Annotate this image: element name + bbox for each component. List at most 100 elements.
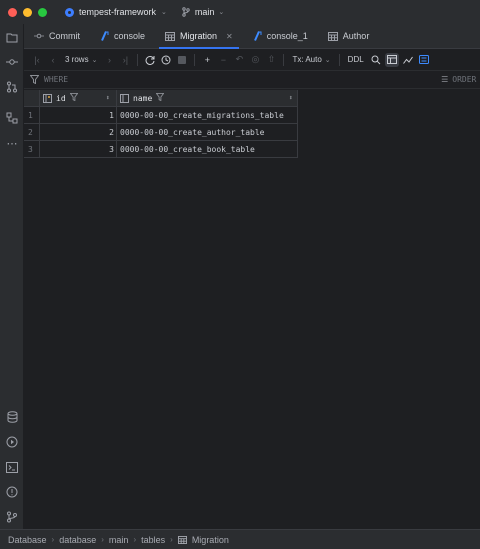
breadcrumb-item[interactable]: Database — [8, 535, 47, 545]
commit-icon — [34, 33, 44, 39]
row-number[interactable]: 2 — [24, 124, 40, 141]
chevron-right-icon: › — [101, 535, 104, 544]
revert-icon[interactable]: ↶ — [232, 53, 246, 67]
toolbar-divider — [338, 53, 340, 66]
delete-row-icon[interactable]: − — [216, 53, 230, 67]
column-name: name — [133, 93, 153, 103]
page-size-selector[interactable]: 3 rows ⌄ — [62, 55, 100, 64]
close-icon[interactable]: ✕ — [226, 32, 233, 41]
table-row[interactable]: 2 2 0000-00-00_create_author_table — [24, 124, 298, 141]
tab-commit[interactable]: Commit — [24, 24, 90, 48]
project-logo-icon — [65, 7, 74, 17]
column-header-name[interactable]: name ⬍ — [117, 90, 298, 107]
order-by-input[interactable]: ☰ ORDER B — [441, 75, 480, 84]
tab-label: console — [114, 31, 146, 41]
table-icon — [177, 535, 187, 544]
reload-icon[interactable] — [143, 53, 157, 67]
next-page-icon[interactable]: › — [102, 53, 116, 67]
previous-page-icon[interactable]: ‹ — [46, 53, 60, 67]
toolbar-divider — [283, 53, 285, 66]
rows-count: 3 rows — [65, 55, 89, 64]
submit-icon[interactable]: ⇧ — [264, 53, 278, 67]
close-window-button[interactable] — [8, 7, 17, 17]
breadcrumb-item[interactable]: tables — [141, 535, 165, 545]
preview-changes-icon[interactable]: ◎ — [248, 53, 262, 67]
add-row-icon[interactable]: + — [200, 53, 214, 67]
console-icon — [101, 31, 109, 41]
tab-console[interactable]: console — [90, 24, 155, 48]
database-icon[interactable] — [5, 410, 19, 424]
table-row[interactable]: 3 3 0000-00-00_create_book_table — [24, 141, 298, 158]
filter-icon — [30, 75, 39, 84]
ddl-button[interactable]: DDL — [345, 55, 367, 64]
tab-label: Commit — [49, 31, 80, 41]
filter-icon[interactable] — [155, 93, 165, 103]
filter-bar: WHERE ☰ ORDER B — [24, 71, 480, 89]
chevron-right-icon: › — [170, 535, 173, 544]
chart-icon[interactable] — [401, 53, 415, 67]
console-icon — [253, 31, 262, 41]
stop-icon[interactable] — [175, 53, 189, 67]
window-controls — [8, 7, 47, 17]
cell-id[interactable]: 2 — [40, 124, 117, 141]
tab-author[interactable]: Author — [318, 24, 380, 48]
git-icon[interactable] — [5, 510, 19, 524]
column-icon — [120, 93, 129, 103]
title-bar: tempest-framework ⌄ main ⌄ — [0, 0, 480, 24]
minimize-window-button[interactable] — [23, 7, 32, 17]
sort-icon[interactable]: ⬍ — [289, 94, 293, 102]
table-icon — [165, 31, 176, 41]
cell-name[interactable]: 0000-00-00_create_author_table — [117, 124, 298, 141]
tab-migration[interactable]: Migration ✕ — [155, 24, 243, 49]
chevron-right-icon: › — [133, 535, 137, 544]
toolbar-divider — [194, 53, 196, 66]
cell-name[interactable]: 0000-00-00_create_migrations_table — [117, 107, 298, 124]
view-settings-icon[interactable] — [417, 53, 431, 67]
row-number[interactable]: 1 — [24, 107, 40, 124]
where-filter-input[interactable]: WHERE — [30, 75, 68, 84]
last-page-icon[interactable]: ›| — [118, 53, 132, 67]
branch-selector[interactable]: main ⌄ — [181, 7, 224, 17]
structure-icon[interactable] — [5, 111, 19, 125]
breadcrumb-item[interactable]: main — [109, 535, 129, 545]
table-view-icon[interactable] — [384, 52, 399, 67]
breadcrumb-item[interactable]: database — [59, 535, 96, 545]
transaction-mode-label: Tx: Auto — [292, 55, 322, 64]
primary-key-column-icon — [43, 93, 52, 103]
cell-id[interactable]: 1 — [40, 107, 117, 124]
cell-name[interactable]: 0000-00-00_create_book_table — [117, 141, 298, 158]
row-number[interactable]: 3 — [24, 141, 40, 158]
grid-header-row: id ⬍ name ⬍ — [24, 90, 298, 107]
folder-icon[interactable] — [5, 30, 19, 44]
tab-label: console_1 — [266, 31, 308, 41]
first-page-icon[interactable]: |‹ — [30, 53, 44, 67]
search-icon[interactable] — [369, 53, 383, 67]
breadcrumb-item[interactable]: Migration — [192, 535, 229, 545]
pull-request-icon[interactable] — [5, 80, 19, 94]
grid-toolbar: |‹ ‹ 3 rows ⌄ › ›| + − ↶ ◎ ⇧ Tx: Auto ⌄ … — [24, 49, 480, 71]
table-row[interactable]: 1 1 0000-00-00_create_migrations_table — [24, 107, 298, 124]
services-icon[interactable] — [5, 435, 19, 449]
problems-icon[interactable] — [5, 485, 19, 499]
order-by-label: ORDER B — [452, 75, 480, 84]
tab-console-1[interactable]: console_1 — [243, 24, 318, 48]
column-header-id[interactable]: id ⬍ — [40, 90, 117, 107]
ddl-label: DDL — [347, 55, 364, 64]
chevron-down-icon: ⌄ — [91, 56, 98, 64]
chevron-down-icon: ⌄ — [324, 56, 331, 64]
project-name: tempest-framework — [79, 7, 157, 17]
chevron-down-icon: ⌄ — [161, 9, 167, 16]
terminal-icon[interactable] — [5, 460, 19, 474]
table-icon — [327, 31, 338, 41]
zoom-window-button[interactable] — [38, 7, 47, 17]
editor-tabs: Commit console Migration ✕ console_1 Aut… — [24, 24, 480, 49]
commit-icon[interactable] — [5, 55, 19, 69]
tab-label: Author — [342, 31, 370, 41]
project-selector[interactable]: tempest-framework ⌄ — [65, 7, 167, 17]
history-icon[interactable] — [159, 53, 173, 67]
filter-icon[interactable] — [69, 93, 79, 103]
transaction-mode-selector[interactable]: Tx: Auto ⌄ — [289, 55, 333, 64]
more-tools-icon[interactable]: ⋯ — [5, 136, 19, 150]
sort-icon[interactable]: ⬍ — [106, 94, 110, 102]
cell-id[interactable]: 3 — [40, 141, 117, 158]
